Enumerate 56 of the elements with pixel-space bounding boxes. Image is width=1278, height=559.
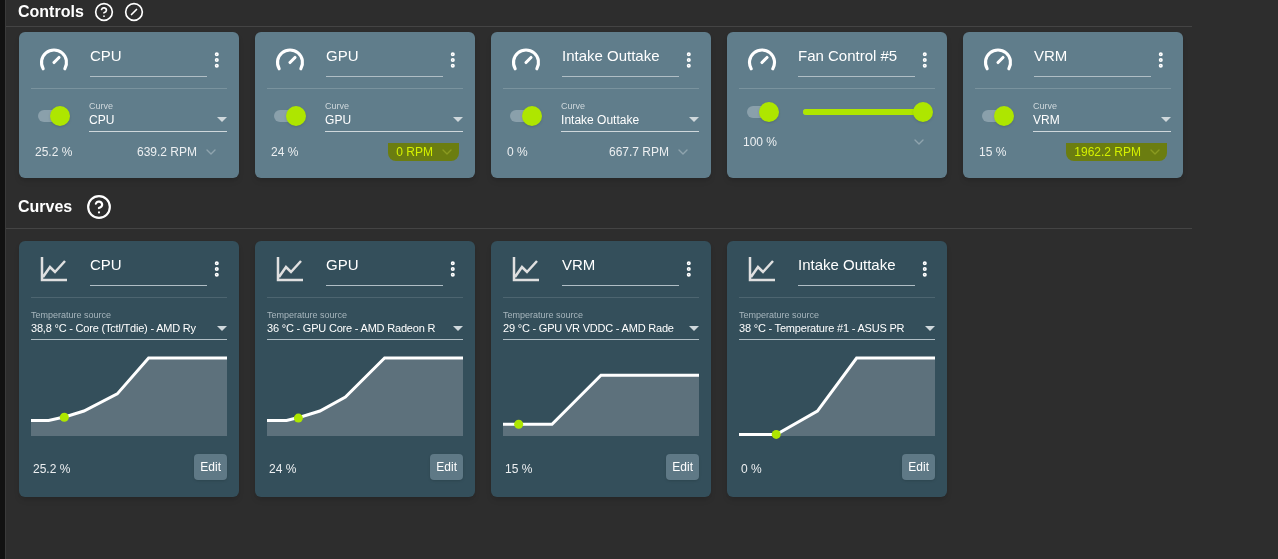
temperature-source-select[interactable]: Temperature source 38,8 °C - Core (Tctl/Tdie) - AMD Ry — [31, 310, 227, 340]
dropdown-arrow-icon — [217, 117, 227, 122]
toggle-switch[interactable] — [273, 105, 306, 127]
toggle-switch[interactable] — [981, 105, 1014, 127]
name-field[interactable]: VRM — [1034, 43, 1152, 77]
temperature-source-select[interactable]: Temperature source 38 °C - Temperature #1 - ASUS PR — [739, 310, 935, 340]
speed-percent: 25.2 % — [35, 144, 73, 161]
temperature-source-select[interactable]: Temperature source 29 °C - GPU VR VDDC - AMD Rade — [503, 310, 699, 340]
name-field[interactable]: VRM — [562, 252, 680, 286]
line-chart-icon — [40, 256, 69, 282]
line-chart-icon — [512, 256, 541, 282]
rpm-reading: 667.7 RPM — [600, 143, 695, 161]
speed-percent: 24 % — [271, 144, 299, 161]
name-field[interactable]: CPU — [90, 252, 208, 286]
name-field[interactable]: GPU — [326, 252, 444, 286]
section-title: Curves — [18, 197, 73, 217]
line-chart-icon — [748, 256, 777, 282]
curve-select[interactable]: Curve GPU — [325, 100, 463, 132]
slashed-circle-icon[interactable] — [123, 2, 144, 22]
edit-button[interactable]: Edit — [666, 453, 699, 480]
help-icon[interactable] — [93, 2, 114, 22]
toggle-switch[interactable] — [37, 105, 70, 127]
temperature-source-select[interactable]: Temperature source 36 °C - GPU Core - AMD Radeon R — [267, 310, 463, 340]
speed-percent: 25.2 % — [33, 460, 71, 478]
dropdown-arrow-icon — [689, 325, 699, 331]
dropdown-arrow-icon — [1161, 117, 1171, 122]
dropdown-arrow-icon — [217, 325, 227, 331]
section-title: Controls — [18, 2, 84, 22]
name-field[interactable]: Fan Control #5 — [798, 43, 916, 77]
speed-percent: 0 % — [741, 460, 762, 478]
name-field[interactable]: Intake Outtake — [798, 252, 916, 286]
edit-button[interactable]: Edit — [194, 453, 227, 480]
speed-percent: 24 % — [269, 460, 297, 478]
rpm-reading: 0 RPM — [388, 143, 459, 161]
dropdown-arrow-icon — [925, 325, 935, 331]
speed-percent: 100 % — [743, 134, 778, 151]
edit-button[interactable]: Edit — [430, 453, 463, 480]
name-field[interactable]: Intake Outtake — [562, 43, 680, 77]
curve-select[interactable]: Curve CPU — [89, 100, 227, 132]
toggle-switch[interactable] — [509, 105, 542, 127]
curve-select[interactable]: Curve Intake Outtake — [561, 100, 699, 132]
edit-button[interactable]: Edit — [902, 453, 935, 480]
toggle-switch[interactable] — [747, 101, 779, 123]
curve-select[interactable]: Curve VRM — [1033, 100, 1171, 132]
speed-percent: 15 % — [979, 144, 1007, 161]
dropdown-arrow-icon — [689, 117, 699, 122]
rpm-reading: 1962.2 RPM — [1066, 143, 1167, 161]
line-chart-icon — [276, 256, 305, 282]
help-icon[interactable] — [86, 194, 113, 220]
rpm-reading: 639.2 RPM — [128, 143, 223, 161]
speed-percent: 15 % — [505, 460, 533, 478]
dropdown-arrow-icon — [453, 325, 463, 331]
speed-percent: 0 % — [507, 144, 528, 161]
name-field[interactable]: GPU — [326, 43, 444, 77]
dropdown-arrow-icon — [453, 117, 463, 122]
name-field[interactable]: CPU — [90, 43, 208, 77]
